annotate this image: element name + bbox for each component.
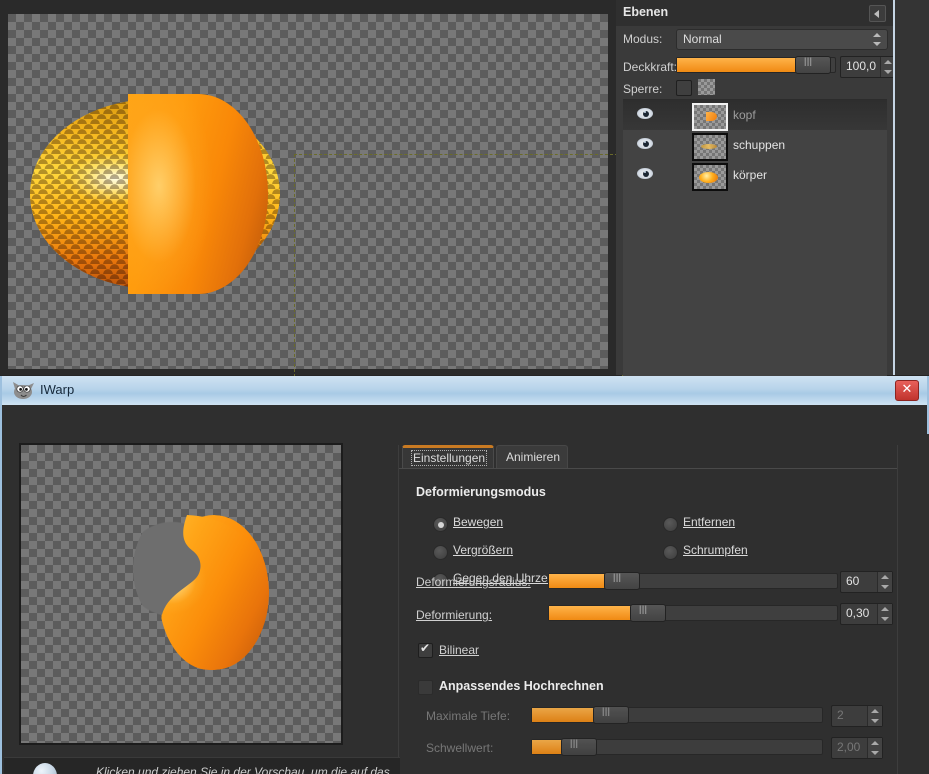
close-button[interactable]: ✕: [895, 380, 919, 401]
fish-head-shape: [128, 94, 268, 294]
blend-mode-value: Normal: [683, 32, 722, 46]
threshold-spinbox: 2,00: [831, 737, 883, 759]
canvas-checkerboard[interactable]: [8, 14, 623, 382]
lock-pixels-checkbox[interactable]: [676, 80, 692, 96]
opacity-value: 100,0: [846, 59, 877, 73]
spinner-arrows-icon: [867, 738, 882, 758]
tab-label: Einstellungen: [410, 450, 488, 466]
radio-indicator: [433, 545, 448, 560]
radio-indicator: [663, 545, 678, 560]
radio-label: Vergrößern: [453, 543, 514, 557]
eye-icon[interactable]: [637, 138, 653, 150]
spinner-arrows-icon[interactable]: [877, 604, 892, 624]
preview-frame[interactable]: [19, 443, 343, 745]
supersample-checkbox[interactable]: [418, 680, 433, 695]
dock-header: Ebenen: [616, 0, 893, 26]
settings-panel: Deformierungsmodus Bewegen Vergrößern Ge…: [398, 469, 898, 774]
deformation-radius-label: Deformierungsradius:: [416, 575, 531, 589]
tab-label: Animieren: [506, 450, 561, 464]
radio-label: Schrumpfen: [683, 543, 748, 557]
spinner-arrows-icon: [867, 706, 882, 726]
selection-rectangle[interactable]: [294, 154, 623, 382]
table-row[interactable]: schuppen: [623, 130, 887, 161]
layer-thumbnail[interactable]: [692, 103, 728, 131]
triangle-left-icon: [874, 9, 879, 18]
layer-thumbnail[interactable]: [692, 163, 728, 191]
deformation-value: 0,30: [846, 606, 870, 620]
opacity-slider[interactable]: [676, 56, 836, 74]
layers-dock: Ebenen Modus: Normal Deckkraft: 100,0 Sp…: [616, 0, 896, 376]
chevron-updown-icon: [873, 33, 882, 46]
deformation-slider[interactable]: [548, 604, 838, 622]
radio-label: Entfernen: [683, 515, 736, 529]
dialog-title: IWarp: [40, 382, 75, 397]
layer-thumbnail[interactable]: [692, 133, 728, 161]
desktop-background: [895, 0, 929, 375]
collapse-dock-button[interactable]: [869, 5, 886, 22]
dialog-body: Einstellungen Animieren Deformierungsmod…: [2, 405, 929, 774]
eye-icon[interactable]: [637, 108, 653, 120]
eye-icon[interactable]: [637, 168, 653, 180]
tab-bar[interactable]: Einstellungen Animieren: [398, 445, 898, 469]
blend-mode-select[interactable]: Normal: [676, 29, 888, 50]
opacity-spinbox[interactable]: 100,0: [840, 56, 896, 78]
spinner-arrows-icon[interactable]: [877, 572, 892, 592]
layer-name: schuppen: [733, 138, 786, 152]
bilinear-checkbox[interactable]: [418, 641, 433, 658]
tab-animieren[interactable]: Animieren: [496, 445, 568, 469]
screen: Ebenen Modus: Normal Deckkraft: 100,0 Sp…: [0, 0, 929, 774]
max-depth-slider: [531, 706, 823, 724]
lightbulb-icon: [30, 763, 60, 774]
tab-einstellungen[interactable]: Einstellungen: [402, 445, 494, 469]
supersample-label: Anpassendes Hochrechnen: [439, 679, 604, 693]
image-canvas-area[interactable]: [0, 0, 623, 382]
deformation-radius-spinbox[interactable]: 60: [840, 571, 893, 593]
deformation-radius-slider[interactable]: [548, 572, 838, 590]
layer-list[interactable]: kopf schuppen körper: [623, 99, 887, 376]
radio-indicator: [663, 517, 678, 532]
bilinear-label: Bilinear: [439, 643, 480, 657]
lock-label: Sperre:: [623, 82, 663, 96]
threshold-label: Schwellwert:: [426, 741, 494, 755]
deformation-label: Deformierung:: [416, 608, 493, 622]
section-title: Deformierungsmodus: [416, 485, 546, 499]
radio-indicator: [433, 517, 448, 532]
dialog-titlebar[interactable]: IWarp ✕: [2, 376, 927, 406]
threshold-value: 2,00: [837, 740, 861, 754]
layer-name: körper: [733, 168, 768, 182]
layer-name: kopf: [733, 108, 756, 122]
table-row[interactable]: kopf: [623, 100, 887, 131]
lock-alpha-icon[interactable]: [698, 79, 715, 95]
hint-text: Klicken und ziehen Sie in der Vorschau, …: [96, 765, 390, 774]
wilber-icon: [13, 382, 34, 399]
iwarp-dialog: IWarp ✕ Einstellungen Animieren Deformie…: [0, 376, 929, 774]
table-row[interactable]: körper: [623, 160, 887, 191]
hint-area: Klicken und ziehen Sie in der Vorschau, …: [4, 757, 400, 774]
dock-title: Ebenen: [623, 5, 669, 19]
warp-preview[interactable]: [21, 445, 341, 743]
max-depth-label: Maximale Tiefe:: [426, 709, 511, 723]
deformation-spinbox[interactable]: 0,30: [840, 603, 893, 625]
deformation-radius-value: 60: [846, 574, 860, 588]
mode-label: Modus:: [623, 32, 663, 46]
close-icon: ✕: [901, 382, 913, 397]
radio-label: Bewegen: [453, 515, 504, 529]
max-depth-value: 2: [837, 708, 844, 722]
dialog-right-margin: [899, 434, 929, 774]
threshold-slider: [531, 738, 823, 756]
opacity-label: Deckkraft:: [623, 60, 678, 74]
max-depth-spinbox: 2: [831, 705, 883, 727]
